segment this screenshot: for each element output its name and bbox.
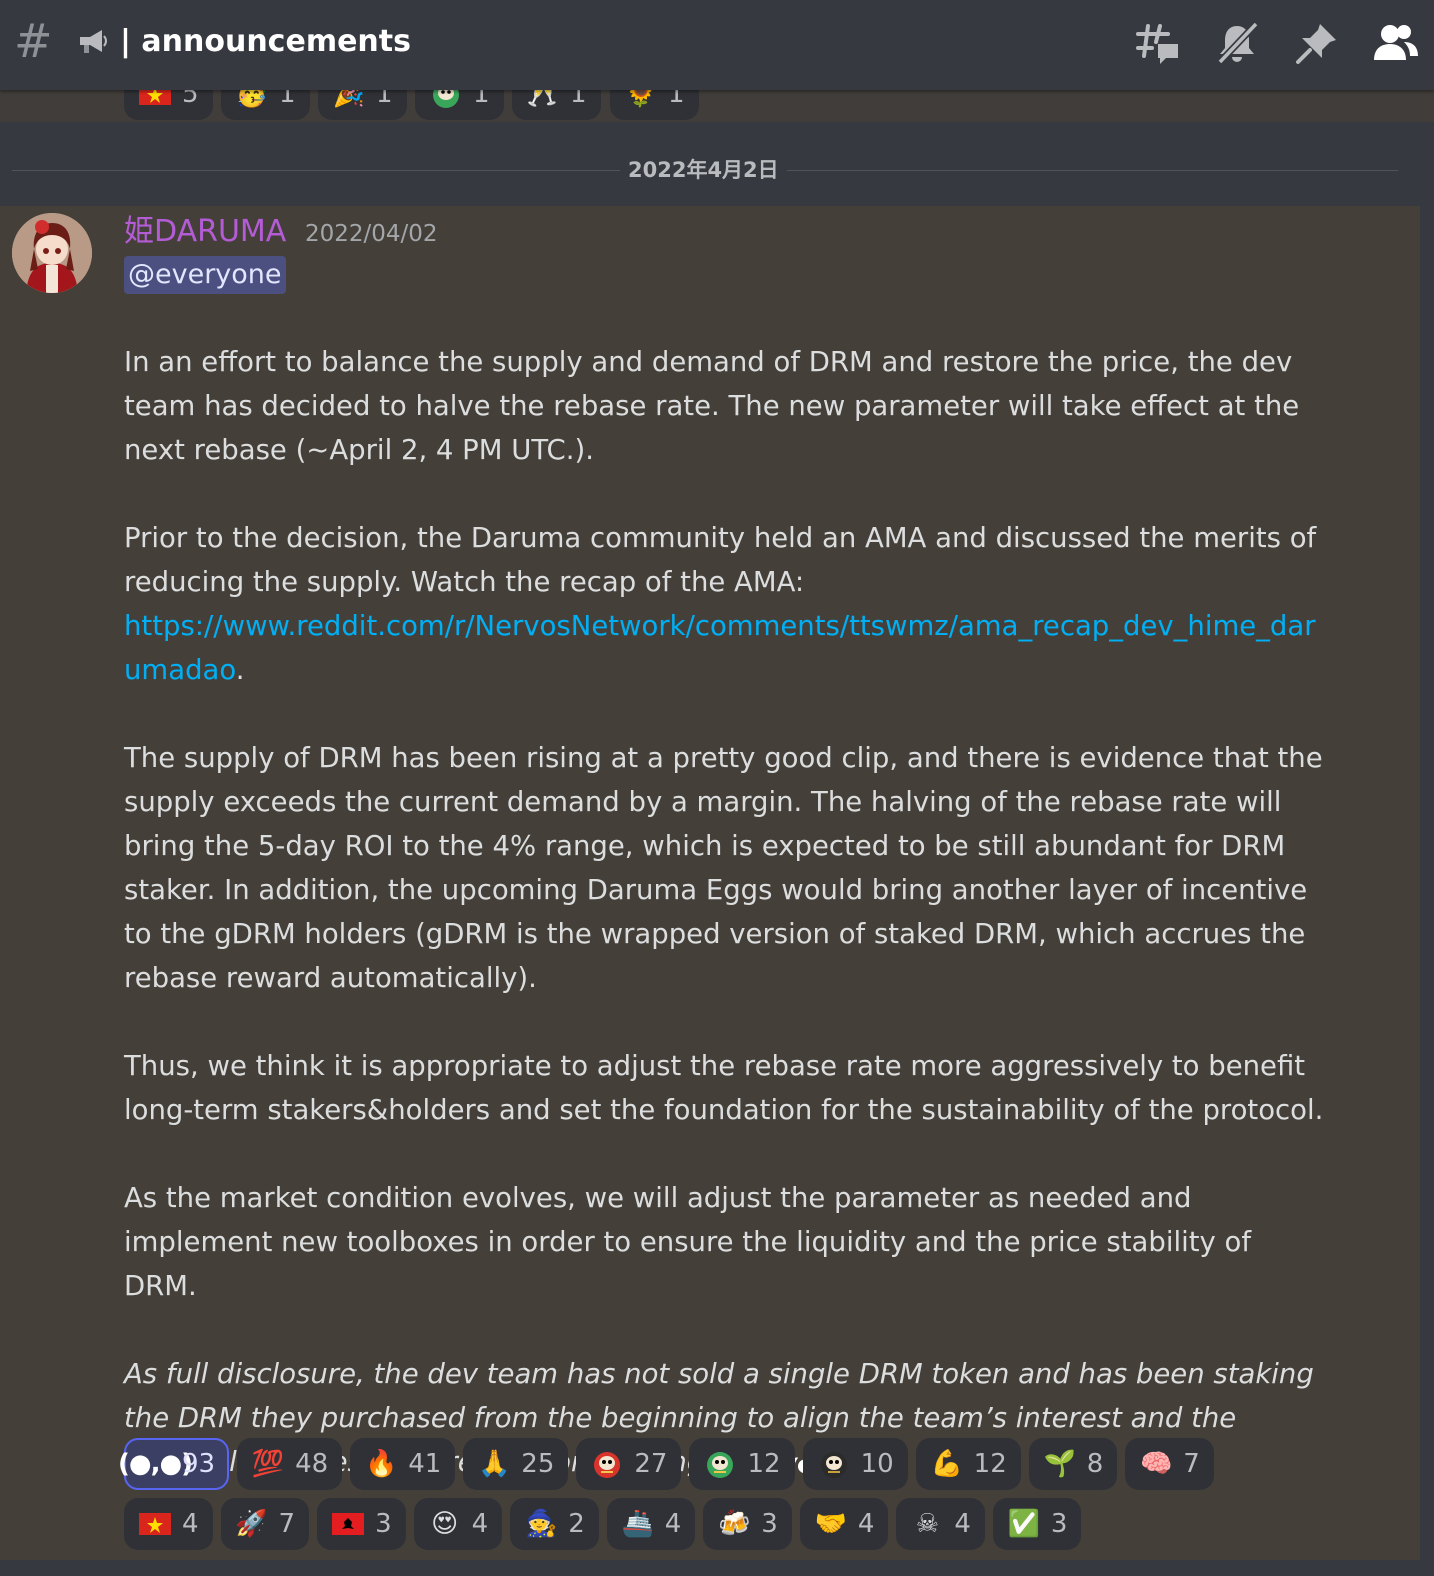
scrollbar-track[interactable] bbox=[1420, 206, 1434, 1560]
reaction-party-face[interactable]: 🥳 1 bbox=[221, 90, 310, 120]
reaction-check-mark[interactable]: ✅ 3 bbox=[992, 1498, 1082, 1550]
party-popper-icon: 🎉 bbox=[332, 90, 366, 109]
albania-flag-icon bbox=[331, 1507, 365, 1541]
message-paragraph: As the market condition evolves, we will… bbox=[124, 1182, 1252, 1302]
clinking-glasses-icon: 🥂 bbox=[526, 90, 560, 109]
reaction-green-daruma[interactable]: 1 bbox=[415, 90, 504, 120]
message-paragraph: In an effort to balance the supply and d… bbox=[124, 346, 1300, 466]
beers-icon: 🍻 bbox=[718, 1509, 751, 1539]
reaction-red-daruma[interactable]: 27 bbox=[576, 1438, 682, 1490]
reaction-party-popper[interactable]: 🎉 1 bbox=[318, 90, 407, 120]
reactions-row: (●,●) 93 💯 48 🔥 41 🙏 25 27 12 10 💪 12 🌱 … bbox=[118, 1438, 1214, 1490]
daruma-face-icon: (●,●) bbox=[118, 1449, 193, 1479]
ship-icon: 🚢 bbox=[621, 1509, 654, 1539]
green-daruma-icon bbox=[429, 90, 463, 111]
reaction-beers[interactable]: 🍻 3 bbox=[703, 1498, 792, 1550]
rocket-icon: 🚀 bbox=[235, 1509, 268, 1539]
handshake-icon: 🤝 bbox=[814, 1509, 848, 1539]
sunflower-icon: 🌻 bbox=[624, 90, 658, 109]
threads-icon[interactable] bbox=[1134, 20, 1180, 66]
pin-icon[interactable] bbox=[1294, 20, 1340, 66]
mute-notifications-icon[interactable] bbox=[1214, 20, 1260, 66]
reaction-black-daruma[interactable]: 10 bbox=[802, 1438, 908, 1490]
reactions-row: 4 🚀 7 3 😍 4 🧙 2 🚢 4 🍻 3 🤝 4 ☠ 4 ✅ 3 bbox=[124, 1498, 1082, 1550]
green-daruma-icon bbox=[703, 1447, 737, 1481]
reaction-seedling[interactable]: 🌱 8 bbox=[1028, 1438, 1118, 1490]
seedling-icon: 🌱 bbox=[1043, 1449, 1076, 1479]
heart-eyes-icon: 😍 bbox=[431, 1509, 459, 1539]
reaction-brain[interactable]: 🧠 7 bbox=[1125, 1438, 1214, 1490]
red-daruma-icon bbox=[590, 1447, 624, 1481]
message-paragraph: Thus, we think it is appropriate to adju… bbox=[124, 1050, 1324, 1126]
reaction-albania-flag[interactable]: 3 bbox=[317, 1498, 406, 1550]
reaction-vietnam-flag[interactable]: 4 bbox=[124, 1498, 213, 1550]
message-paragraph: Prior to the decision, the Daruma commun… bbox=[124, 522, 1317, 686]
reaction-heart-eyes[interactable]: 😍 4 bbox=[413, 1498, 503, 1550]
member-list-icon[interactable] bbox=[1372, 20, 1418, 66]
reaction-ship[interactable]: 🚢 4 bbox=[606, 1498, 696, 1550]
flexed-biceps-icon: 💪 bbox=[930, 1449, 963, 1479]
message-timestamp[interactable]: 2022/04/02 bbox=[305, 220, 438, 248]
vietnam-flag-icon bbox=[138, 90, 172, 111]
message-paragraph: The supply of DRM has been rising at a p… bbox=[124, 742, 1323, 994]
megaphone-icon bbox=[80, 30, 107, 53]
reaction-handshake[interactable]: 🤝 4 bbox=[799, 1498, 889, 1550]
reddit-link[interactable]: https://www.reddit.com/r/NervosNetwork/c… bbox=[124, 610, 1316, 686]
reaction-flexed-biceps[interactable]: 💪 12 bbox=[915, 1438, 1021, 1490]
reaction-fire[interactable]: 🔥 41 bbox=[350, 1438, 456, 1490]
vietnam-flag-icon bbox=[138, 1507, 172, 1541]
previous-message-reactions: 5 🥳 1 🎉 1 1 🥂 1 🌻 1 bbox=[0, 90, 1434, 122]
reaction-hundred-points[interactable]: 💯 48 bbox=[237, 1438, 343, 1490]
message-author[interactable]: 姫DARUMA bbox=[124, 212, 286, 252]
reaction-vietnam-flag[interactable]: 5 bbox=[124, 90, 213, 120]
everyone-mention[interactable]: @everyone bbox=[124, 256, 286, 294]
hundred-points-icon: 💯 bbox=[251, 1449, 285, 1479]
reaction-mage[interactable]: 🧙 2 bbox=[510, 1498, 599, 1550]
text-channel-icon: # bbox=[14, 14, 53, 68]
pray-icon: 🙏 bbox=[478, 1449, 511, 1479]
black-daruma-icon bbox=[817, 1447, 851, 1481]
message-content: In an effort to balance the supply and d… bbox=[124, 340, 1324, 1488]
fire-icon: 🔥 bbox=[365, 1449, 398, 1479]
mage-icon: 🧙 bbox=[525, 1509, 558, 1539]
party-face-icon: 🥳 bbox=[235, 90, 269, 109]
skull-crossbones-icon: ☠ bbox=[915, 1509, 940, 1539]
reaction-skull-crossbones[interactable]: ☠ 4 bbox=[896, 1498, 985, 1550]
reaction-daruma-face[interactable]: (●,●) 93 bbox=[118, 1438, 230, 1490]
date-divider: 2022年4月2日 bbox=[620, 156, 787, 184]
channel-name: | announcements bbox=[120, 24, 411, 59]
reaction-sunflower[interactable]: 🌻 1 bbox=[610, 90, 699, 120]
reaction-green-daruma[interactable]: 12 bbox=[689, 1438, 795, 1490]
reaction-pray[interactable]: 🙏 25 bbox=[463, 1438, 569, 1490]
avatar[interactable] bbox=[12, 213, 92, 293]
brain-icon: 🧠 bbox=[1140, 1449, 1173, 1479]
reaction-rocket[interactable]: 🚀 7 bbox=[220, 1498, 310, 1550]
check-mark-icon: ✅ bbox=[1007, 1509, 1041, 1539]
channel-header: # | announcements bbox=[0, 0, 1434, 90]
reaction-clinking-glasses[interactable]: 🥂 1 bbox=[512, 90, 601, 120]
